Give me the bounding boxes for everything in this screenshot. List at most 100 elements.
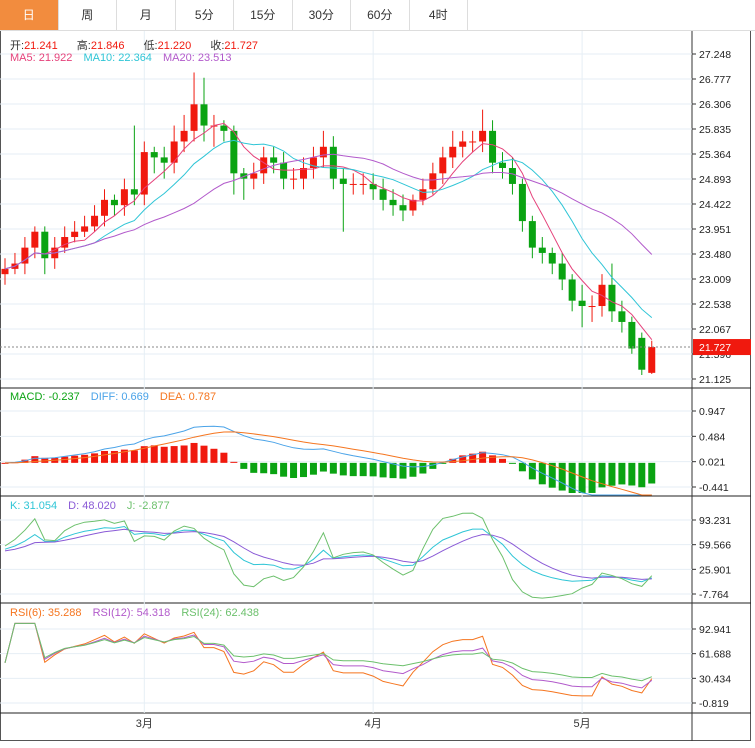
candle-up <box>91 215 99 227</box>
candle-up <box>429 173 437 190</box>
candle-down <box>558 263 566 280</box>
price-tick-label: 25.364 <box>699 149 731 161</box>
candle-up <box>449 146 457 158</box>
macd-bar <box>389 462 397 479</box>
price-tick-label: 25.835 <box>699 124 731 136</box>
macd-value: MACD: -0.237 <box>10 391 80 403</box>
macd-bar <box>588 462 596 493</box>
macd-bar <box>200 445 208 463</box>
price-tick-label: 23.480 <box>699 249 731 261</box>
candle-down <box>568 279 576 301</box>
last-price-label: 21.727 <box>699 342 731 354</box>
candle-up <box>409 199 417 211</box>
macd-bar <box>329 462 337 474</box>
candle-down <box>160 157 168 163</box>
macd-bar <box>489 455 497 463</box>
candle-down <box>548 252 556 264</box>
candle-down <box>618 311 626 322</box>
candle-up <box>349 183 357 185</box>
candle-down <box>230 130 238 174</box>
macd-bar <box>528 462 536 480</box>
candle-down <box>628 321 636 349</box>
macd-bar <box>419 462 427 474</box>
candle-up <box>588 306 596 308</box>
candle-down <box>379 189 387 200</box>
candle-up <box>648 347 656 373</box>
macd-bar <box>319 462 327 472</box>
j-line <box>4 512 653 599</box>
candle-up <box>260 157 268 174</box>
rsi-tick-label: 30.434 <box>699 673 731 685</box>
macd-bar <box>250 462 258 473</box>
rsi12-value: RSI(12): 54.318 <box>92 607 171 619</box>
candle-up <box>71 231 79 238</box>
candle-down <box>489 130 497 163</box>
high-value: 21.846 <box>90 40 125 52</box>
low-value: 21.220 <box>157 40 192 52</box>
ma5-line <box>4 122 653 341</box>
kline-chart[interactable]: 3月 4月 5月 27.248 26.777 26.306 25.835 25.364 24.8… <box>0 0 755 748</box>
kdj-tick-label: -7.764 <box>699 589 729 601</box>
k-line <box>4 525 652 583</box>
macd-bar <box>270 462 278 475</box>
candle-down <box>220 125 228 131</box>
candle-down <box>389 199 397 206</box>
candle-up <box>180 130 188 142</box>
price-tick-label: 22.067 <box>699 324 731 336</box>
kdj-tick-label: 59.566 <box>699 540 731 552</box>
candle-down <box>200 104 208 126</box>
macd-bar <box>339 462 347 476</box>
macd-bar <box>210 448 218 463</box>
rsi-tick-label: 92.941 <box>699 624 731 636</box>
low-label: 低: <box>143 40 158 52</box>
x-axis-label: 3月 <box>136 718 153 730</box>
macd-bar <box>240 462 248 469</box>
macd-bar <box>170 446 178 463</box>
macd-bar <box>369 462 377 477</box>
price-tick-label: 24.422 <box>699 199 731 211</box>
candle-up <box>120 189 128 206</box>
macd-bar <box>280 462 288 477</box>
candle-down <box>270 157 278 163</box>
candle-down <box>608 284 616 312</box>
candle-down <box>280 162 288 179</box>
x-axis-label: 4月 <box>365 718 382 730</box>
macd-bar <box>180 445 188 463</box>
rsi6-value: RSI(6): 35.288 <box>10 607 82 619</box>
macd-bar <box>160 446 168 463</box>
candle-up <box>359 183 367 185</box>
macd-bar <box>648 462 656 484</box>
price-tick-label: 24.893 <box>699 174 731 186</box>
rsi-tick-label: -0.819 <box>699 698 729 710</box>
candle-down <box>578 300 586 307</box>
macd-bar <box>220 452 228 463</box>
candle-down <box>399 205 407 211</box>
close-label: 收: <box>210 40 225 52</box>
price-tick-label: 23.951 <box>699 224 731 236</box>
macd-bar <box>101 450 108 463</box>
kdj-tick-label: 25.901 <box>699 564 731 576</box>
macd-bar <box>81 454 89 463</box>
candle-up <box>190 104 198 131</box>
candle-down <box>508 168 516 184</box>
macd-bar <box>230 461 238 463</box>
ma20-value: MA20: 23.513 <box>163 52 232 64</box>
macd-bar <box>91 453 99 463</box>
price-tick-label: 26.306 <box>699 99 731 111</box>
macd-bar <box>508 462 516 464</box>
macd-bar <box>300 462 307 478</box>
k-value: K: 31.054 <box>10 500 58 512</box>
price-tick-label: 27.248 <box>699 49 731 61</box>
ma-legend: MA5: 21.922 MA10: 22.364 MA20: 23.513 <box>10 52 240 64</box>
candle-down <box>130 189 138 195</box>
macd-bar <box>309 462 317 475</box>
kdj-tick-label: 93.231 <box>699 515 731 527</box>
macd-tick-label: 0.484 <box>699 431 725 443</box>
rsi-legend: RSI(6): 35.288 RSI(12): 54.318 RSI(24): … <box>10 607 267 619</box>
candle-down <box>150 152 158 158</box>
candle-up <box>479 130 487 142</box>
macd-bar <box>260 462 268 474</box>
candle-up <box>1 268 9 275</box>
macd-bar <box>379 462 387 478</box>
macd-bar <box>608 462 616 486</box>
